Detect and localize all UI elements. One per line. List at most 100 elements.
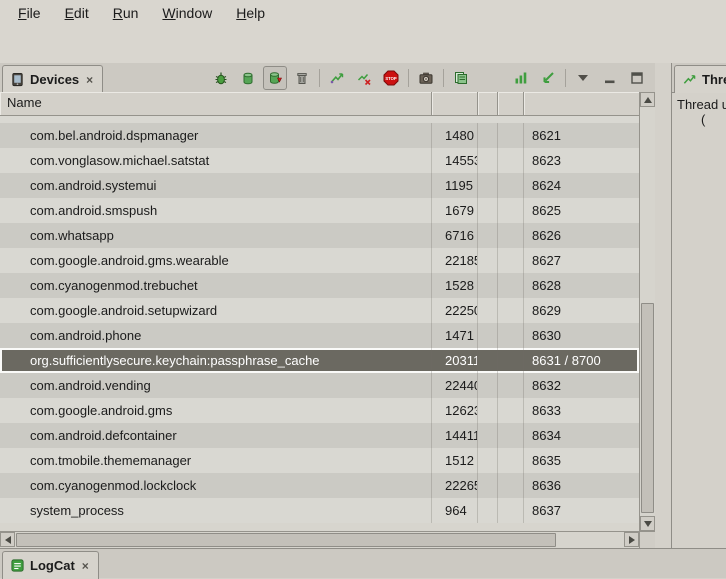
cell-e1 — [478, 223, 498, 248]
threads-panel: Threads Thread up ( — [671, 63, 726, 548]
cell-port: 8634 — [524, 423, 639, 448]
table-row[interactable]: com.bel.android.dspmanager14808621 — [0, 123, 639, 148]
cell-pid: 1195 — [432, 173, 478, 198]
table-row[interactable]: system_process9648637 — [0, 498, 639, 523]
table-row[interactable]: com.google.android.gms126238633 — [0, 398, 639, 423]
vertical-scrollbar[interactable] — [639, 92, 655, 531]
column-header-name[interactable]: Name — [0, 92, 432, 115]
cell-e1 — [478, 398, 498, 423]
cause-gc-icon[interactable] — [290, 66, 314, 90]
threads-icon — [682, 72, 697, 87]
table-row[interactable]: com.android.phone14718630 — [0, 323, 639, 348]
cell-port: 8636 — [524, 473, 639, 498]
cell-port: 8624 — [524, 173, 639, 198]
partial-row — [0, 116, 639, 123]
scroll-up-button[interactable] — [640, 92, 655, 107]
cell-e2 — [498, 223, 524, 248]
table-row[interactable]: com.android.smspush16798625 — [0, 198, 639, 223]
tab-logcat[interactable]: LogCat × — [2, 551, 99, 579]
column-header-pid[interactable] — [432, 92, 478, 115]
update-threads-icon[interactable] — [325, 66, 349, 90]
table-row[interactable]: com.android.systemui11958624 — [0, 173, 639, 198]
view-menu-icon[interactable] — [571, 66, 595, 90]
menu-window[interactable]: Window — [150, 2, 224, 24]
column-header-empty2[interactable] — [498, 92, 524, 115]
tab-logcat-label: LogCat — [30, 558, 75, 573]
table-row[interactable]: com.tmobile.thememanager15128635 — [0, 448, 639, 473]
cell-e2 — [498, 398, 524, 423]
menu-edit[interactable]: Edit — [53, 2, 101, 24]
devices-panel: Devices × STOP — [0, 63, 655, 548]
table-row[interactable]: com.cyanogenmod.trebuchet15288628 — [0, 273, 639, 298]
table-row[interactable]: org.sufficientlysecure.keychain:passphra… — [0, 348, 639, 373]
cell-name: com.google.android.gms.wearable — [0, 248, 432, 273]
device-table-content: Name com.bel.android.dspmanager14808621c… — [0, 92, 639, 531]
update-heap-icon[interactable] — [236, 66, 260, 90]
tab-logcat-close-icon[interactable]: × — [80, 559, 91, 573]
minimize-icon[interactable] — [598, 66, 622, 90]
dump-hprof-icon[interactable] — [263, 66, 287, 90]
cell-e1 — [478, 148, 498, 173]
screen-capture-icon[interactable] — [414, 66, 438, 90]
panel-sash[interactable] — [655, 63, 671, 548]
column-header-empty1[interactable] — [478, 92, 498, 115]
cell-pid: 1528 — [432, 273, 478, 298]
cell-e1 — [478, 323, 498, 348]
cell-port: 8627 — [524, 248, 639, 273]
cell-pid: 964 — [432, 498, 478, 523]
table-row[interactable]: com.google.android.gms.wearable221858627 — [0, 248, 639, 273]
cell-pid: 14411 — [432, 423, 478, 448]
cell-pid: 12623 — [432, 398, 478, 423]
cell-e1 — [478, 173, 498, 198]
cell-name: com.cyanogenmod.lockclock — [0, 473, 432, 498]
cell-port: 8626 — [524, 223, 639, 248]
stop-process-icon[interactable]: STOP — [379, 66, 403, 90]
toolbar-separator — [443, 69, 444, 87]
table-row[interactable]: com.cyanogenmod.lockclock222658636 — [0, 473, 639, 498]
horizontal-scroll-thumb[interactable] — [16, 533, 556, 547]
stop-method-profiling-icon[interactable] — [536, 66, 560, 90]
column-header-port[interactable] — [524, 92, 639, 115]
table-row[interactable]: com.google.android.setupwizard222508629 — [0, 298, 639, 323]
cell-pid: 1512 — [432, 448, 478, 473]
toolbar-separator — [319, 69, 320, 87]
cell-e2 — [498, 498, 524, 523]
tab-devices[interactable]: Devices × — [2, 65, 103, 93]
cell-e2 — [498, 448, 524, 473]
device-table-body: com.bel.android.dspmanager14808621com.vo… — [0, 123, 639, 523]
cell-e2 — [498, 273, 524, 298]
menu-help[interactable]: Help — [224, 2, 277, 24]
scroll-right-button[interactable] — [624, 532, 639, 547]
table-row[interactable]: com.whatsapp67168626 — [0, 223, 639, 248]
arrow-down-icon — [644, 521, 652, 527]
horizontal-scrollbar[interactable] — [0, 531, 639, 548]
cell-name: com.google.android.setupwizard — [0, 298, 432, 323]
cell-name: com.whatsapp — [0, 223, 432, 248]
cell-name: org.sufficientlysecure.keychain:passphra… — [0, 348, 432, 373]
table-row[interactable]: com.vonglasow.michael.satstat145538623 — [0, 148, 639, 173]
start-method-profiling-icon[interactable] — [509, 66, 533, 90]
maximize-icon[interactable] — [625, 66, 649, 90]
cell-e1 — [478, 298, 498, 323]
cell-e1 — [478, 198, 498, 223]
scrollbar-corner — [639, 531, 655, 548]
debug-process-icon[interactable] — [209, 66, 233, 90]
system-info-icon[interactable] — [449, 66, 473, 90]
table-row[interactable]: com.android.vending224408632 — [0, 373, 639, 398]
threads-tabbar: Threads — [672, 63, 726, 93]
cell-pid: 20311 — [432, 348, 478, 373]
cell-e1 — [478, 373, 498, 398]
cell-e1 — [478, 473, 498, 498]
table-row[interactable]: com.android.defcontainer144118634 — [0, 423, 639, 448]
tab-threads[interactable]: Threads — [674, 65, 726, 93]
scroll-left-button[interactable] — [0, 532, 15, 547]
profile-threads-icon[interactable] — [352, 66, 376, 90]
cell-name: com.google.android.gms — [0, 398, 432, 423]
menu-run[interactable]: Run — [101, 2, 151, 24]
menu-file[interactable]: File — [6, 2, 53, 24]
cell-port: 8630 — [524, 323, 639, 348]
cell-e2 — [498, 123, 524, 148]
tab-devices-close-icon[interactable]: × — [84, 73, 95, 87]
scroll-down-button[interactable] — [640, 516, 655, 531]
vertical-scroll-thumb[interactable] — [641, 303, 654, 514]
